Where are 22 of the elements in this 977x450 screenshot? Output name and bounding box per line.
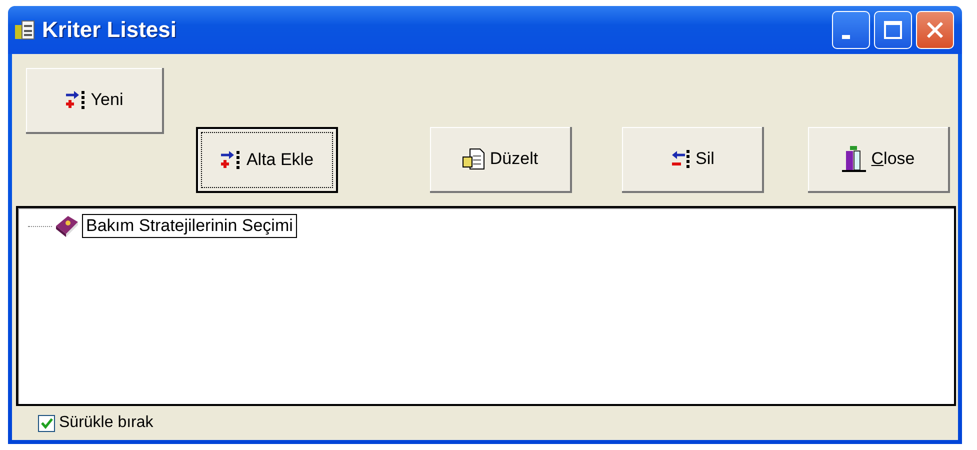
maximize-icon: [883, 20, 903, 40]
checkbox-label: Sürükle bırak: [59, 414, 154, 432]
add-item-icon: [220, 149, 242, 171]
window-title: Kriter Listesi: [42, 17, 176, 43]
app-icon: [14, 19, 36, 41]
tree-item[interactable]: Bakım Stratejilerinin Seçimi: [82, 214, 297, 238]
remove-button[interactable]: Sil: [622, 127, 764, 193]
close-button[interactable]: Close: [808, 127, 950, 193]
add-item-icon: [64, 89, 87, 111]
door-exit-icon: [841, 145, 868, 173]
checkbox[interactable]: [38, 414, 55, 432]
document-edit-icon: [462, 147, 486, 171]
remove-item-icon: [670, 148, 692, 170]
close-icon: [925, 20, 945, 40]
maximize-button[interactable]: [874, 11, 912, 49]
minimize-icon: [842, 35, 850, 39]
close-button[interactable]: [916, 11, 954, 49]
minimize-button[interactable]: [832, 11, 870, 49]
add-button[interactable]: Yeni: [26, 68, 164, 134]
add-button[interactable]: Alta Ekle: [196, 127, 338, 193]
book-icon: [54, 214, 80, 238]
edit-button[interactable]: Düzelt: [430, 127, 572, 193]
